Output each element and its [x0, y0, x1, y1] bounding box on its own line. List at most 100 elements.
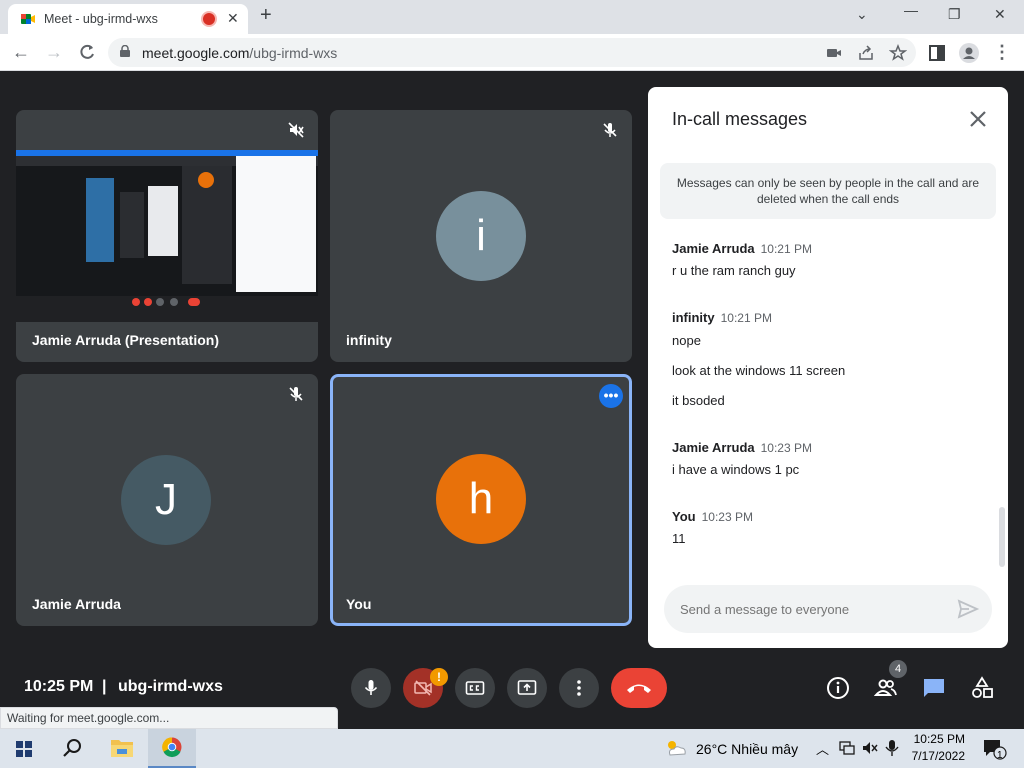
file-explorer-icon[interactable] — [98, 729, 146, 768]
meeting-clock: 10:25 PM — [24, 678, 94, 695]
bookmark-star-icon[interactable] — [889, 44, 907, 62]
url-text: meet.google.com/ubg-irmd-wxs — [142, 45, 337, 61]
microphone-button[interactable] — [351, 668, 391, 708]
message-text: 11 — [672, 531, 686, 546]
browser-toolbar: ← → meet.google.com/ubg-irmd-wxs ⋮ — [0, 34, 1024, 71]
camera-in-use-icon[interactable] — [825, 44, 843, 62]
leave-call-button[interactable] — [611, 668, 667, 708]
microphone-in-use-icon[interactable] — [884, 739, 900, 757]
close-icon[interactable] — [966, 107, 990, 131]
microphone-icon — [364, 680, 378, 695]
participant-tile-jamie[interactable]: J Jamie Arruda — [16, 374, 318, 626]
side-panel-icon[interactable] — [927, 43, 947, 63]
divider: | — [102, 678, 107, 695]
captions-icon — [465, 681, 485, 695]
message-text: it bsoded — [672, 393, 725, 408]
activities-icon[interactable] — [970, 676, 994, 700]
message-sender: You 10:23 PM — [672, 509, 753, 524]
sender-name: infinity — [672, 310, 715, 325]
message-time: 10:23 PM — [701, 510, 753, 524]
mic-off-icon — [289, 387, 303, 401]
weather-text[interactable]: 26°C Nhiều mây — [696, 741, 798, 757]
minimize-icon[interactable]: — — [904, 2, 918, 18]
participant-avatar: h — [436, 454, 526, 544]
panel-title: In-call messages — [672, 109, 808, 129]
message-text: i have a windows 1 pc — [672, 462, 800, 477]
recording-indicator-icon — [203, 13, 215, 25]
message-text: nope — [672, 333, 701, 348]
send-icon[interactable] — [956, 597, 980, 621]
start-windows-icon[interactable] — [0, 729, 48, 768]
mic-off-icon — [603, 123, 617, 137]
new-tab-icon[interactable]: + — [260, 4, 272, 27]
weather-icon — [668, 741, 686, 756]
meeting-code: ubg-irmd-wxs — [118, 678, 223, 695]
browser-status-bubble: Waiting for meet.google.com... — [0, 707, 338, 729]
share-icon[interactable] — [857, 44, 875, 62]
network-icon[interactable] — [838, 740, 856, 756]
more-options-icon[interactable]: ••• — [599, 384, 623, 408]
messages-notice: Messages can only be seen by people in t… — [660, 163, 996, 219]
hidden-icons-chevron-icon[interactable]: ︿ — [816, 739, 829, 758]
notifications-icon[interactable] — [982, 738, 1008, 760]
audio-muted-icon — [288, 122, 304, 138]
reload-icon[interactable] — [76, 41, 98, 63]
sender-name: You — [672, 509, 696, 524]
participant-avatar: J — [121, 455, 211, 545]
hang-up-icon — [627, 684, 651, 693]
sender-name: Jamie Arruda — [672, 241, 755, 256]
participant-name: Jamie Arruda (Presentation) — [32, 332, 219, 348]
url-host: meet.google.com — [142, 45, 250, 61]
message-sender: Jamie Arruda 10:23 PM — [672, 440, 812, 455]
profile-avatar-icon[interactable] — [959, 43, 979, 63]
participant-name: You — [346, 596, 372, 612]
message-text: r u the ram ranch guy — [672, 263, 796, 278]
sender-name: Jamie Arruda — [672, 440, 755, 455]
people-count-badge: 4 — [889, 660, 907, 678]
chat-scrollbar[interactable] — [999, 507, 1005, 567]
in-call-messages-panel: In-call messages Messages can only be se… — [648, 87, 1008, 648]
message-sender: infinity 10:21 PM — [672, 310, 772, 325]
taskbar-time[interactable]: 10:25 PM — [905, 732, 965, 746]
participant-tile-infinity[interactable]: i infinity — [330, 110, 632, 362]
lock-icon — [120, 45, 130, 57]
participant-tile-you[interactable]: ••• h You — [330, 374, 632, 626]
tab-search-icon[interactable]: ⌄ — [856, 6, 868, 23]
browser-tab-meet[interactable]: Meet - ubg-irmd-wxs ✕ — [8, 4, 248, 34]
meeting-details-icon[interactable] — [826, 676, 850, 700]
chrome-icon[interactable] — [148, 729, 196, 768]
back-icon[interactable]: ← — [10, 41, 32, 63]
address-bar[interactable]: meet.google.com/ubg-irmd-wxs — [108, 38, 916, 67]
message-time: 10:21 PM — [760, 242, 812, 256]
camera-warning-badge: ! — [430, 668, 448, 686]
message-text: look at the windows 11 screen — [672, 363, 846, 378]
more-options-button[interactable] — [559, 668, 599, 708]
meet-favicon-icon — [21, 14, 35, 24]
participant-name: Jamie Arruda — [32, 596, 121, 612]
taskbar-date[interactable]: 7/17/2022 — [905, 749, 965, 763]
participant-name: infinity — [346, 332, 392, 348]
message-time: 10:23 PM — [760, 441, 812, 455]
browser-menu-icon[interactable]: ⋮ — [991, 41, 1013, 63]
present-screen-button[interactable] — [507, 668, 547, 708]
vertical-dots-icon — [577, 680, 581, 696]
window-close-icon[interactable]: ✕ — [994, 6, 1006, 23]
forward-icon[interactable]: → — [43, 41, 65, 63]
restore-icon[interactable]: ❐ — [948, 6, 961, 23]
people-icon[interactable] — [874, 676, 898, 700]
participant-tile-presentation[interactable]: Jamie Arruda (Presentation) — [16, 110, 318, 362]
browser-tab-strip: Meet - ubg-irmd-wxs ✕ + ⌄ — ❐ ✕ — [0, 0, 1024, 34]
tab-close-icon[interactable]: ✕ — [227, 10, 239, 27]
search-icon[interactable] — [48, 729, 96, 768]
message-sender: Jamie Arruda 10:21 PM — [672, 241, 812, 256]
participant-avatar: i — [436, 191, 526, 281]
chat-icon[interactable] — [922, 676, 946, 700]
windows-taskbar: 26°C Nhiều mây ︿ 10:25 PM 7/17/2022 1 — [0, 729, 1024, 768]
shared-screen-thumbnail — [16, 150, 318, 322]
message-time: 10:21 PM — [720, 311, 772, 325]
notification-count: 1 — [997, 750, 1003, 761]
url-path: /ubg-irmd-wxs — [249, 45, 338, 61]
volume-muted-icon[interactable] — [861, 740, 879, 756]
message-input[interactable] — [664, 585, 992, 633]
captions-button[interactable] — [455, 668, 495, 708]
